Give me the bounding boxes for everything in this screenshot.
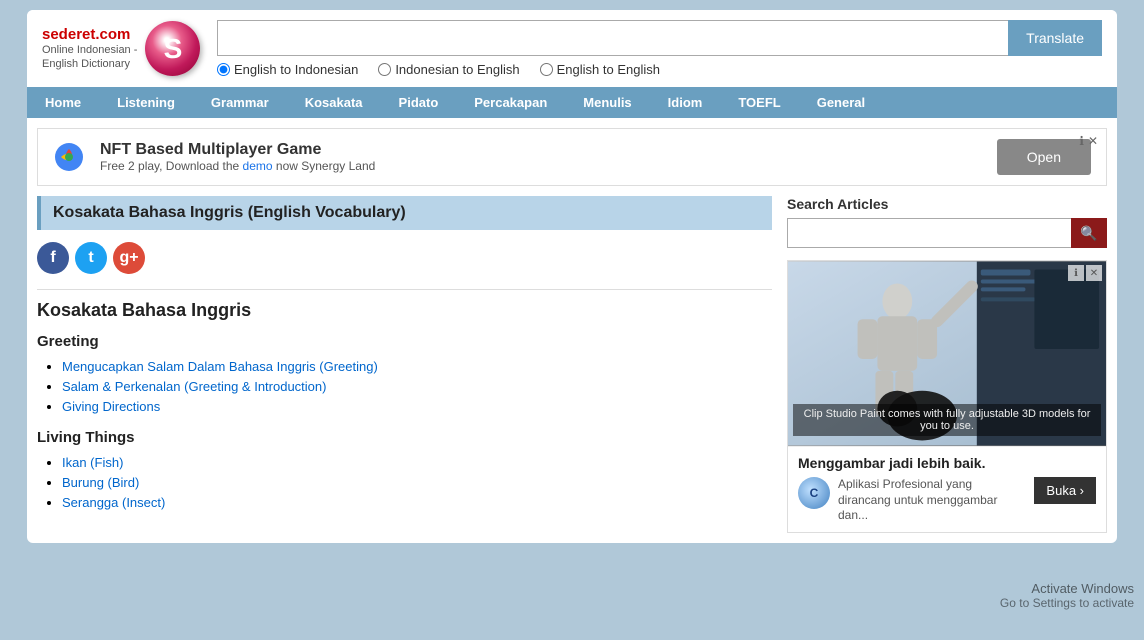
nav-percakapan[interactable]: Percakapan — [456, 87, 565, 118]
nav-kosakata[interactable]: Kosakata — [287, 87, 381, 118]
inner-wrapper: sederet.com Online Indonesian - English … — [27, 10, 1117, 543]
list-item: Mengucapkan Salam Dalam Bahasa Inggris (… — [62, 358, 772, 374]
page-title: Kosakata Bahasa Inggris (English Vocabul… — [37, 196, 772, 230]
ad-banner: ℹ ✕ NFT Based Multiplayer Game Free 2 pl… — [37, 128, 1107, 186]
sidebar-ad-logo: C — [798, 477, 830, 509]
search-row: Translate — [217, 20, 1102, 56]
link-insect[interactable]: Serangga (Insect) — [62, 495, 165, 510]
nav-idiom[interactable]: Idiom — [650, 87, 721, 118]
ad-demo-link[interactable]: demo — [243, 159, 273, 173]
link-fish[interactable]: Ikan (Fish) — [62, 455, 123, 470]
section-title: Kosakata Bahasa Inggris — [37, 300, 772, 321]
radio-english-to-english[interactable]: English to English — [540, 62, 660, 77]
list-item: Serangga (Insect) — [62, 494, 772, 510]
logo-text: sederet.com Online Indonesian - English … — [42, 26, 137, 72]
sidebar-ad-bottom: Menggambar jadi lebih baik. C Aplikasi P… — [788, 446, 1106, 532]
sidebar-ad-caption: Clip Studio Paint comes with fully adjus… — [793, 404, 1101, 436]
link-bird[interactable]: Burung (Bird) — [62, 475, 139, 490]
site-name: sederet.com — [42, 26, 137, 43]
ad-close-button[interactable]: ✕ — [1088, 134, 1098, 148]
link-greeting-1[interactable]: Mengucapkan Salam Dalam Bahasa Inggris (… — [62, 359, 378, 374]
ad-controls: ℹ ✕ — [1079, 134, 1098, 148]
main-content: Kosakata Bahasa Inggris (English Vocabul… — [37, 196, 772, 533]
sidebar-ad-close-button[interactable]: ✕ — [1086, 265, 1102, 281]
list-item: Salam & Perkenalan (Greeting & Introduct… — [62, 378, 772, 394]
nav-pidato[interactable]: Pidato — [381, 87, 457, 118]
radio-indonesian-to-english[interactable]: Indonesian to English — [378, 62, 519, 77]
list-item: Ikan (Fish) — [62, 454, 772, 470]
link-greeting-3[interactable]: Giving Directions — [62, 399, 160, 414]
nav-toefl[interactable]: TOEFL — [720, 87, 798, 118]
nav-home[interactable]: Home — [27, 87, 99, 118]
search-articles-row: 🔍 — [787, 218, 1107, 248]
list-item: Giving Directions — [62, 398, 772, 414]
search-articles-box: Search Articles 🔍 — [787, 196, 1107, 248]
radio-english-to-indonesian[interactable]: English to Indonesian — [217, 62, 358, 77]
facebook-icon[interactable]: f — [37, 242, 69, 274]
category-greeting: Greeting — [37, 333, 772, 350]
site-logo: S — [145, 21, 200, 76]
site-tagline: Online Indonesian - English Dictionary — [42, 43, 137, 72]
sidebar-ad-img-inner: Clip Studio Paint comes with fully adjus… — [788, 261, 1106, 446]
search-articles-input[interactable] — [787, 218, 1071, 248]
header: sederet.com Online Indonesian - English … — [27, 10, 1117, 87]
ad-title: NFT Based Multiplayer Game — [100, 141, 982, 159]
sidebar-ad-info-row: C Aplikasi Profesional yang dirancang un… — [798, 477, 1096, 524]
twitter-icon[interactable]: t — [75, 242, 107, 274]
translation-options: English to Indonesian Indonesian to Engl… — [217, 62, 1102, 77]
sidebar: Search Articles 🔍 — [787, 196, 1107, 533]
divider — [37, 289, 772, 290]
page-wrapper: sederet.com Online Indonesian - English … — [0, 0, 1144, 640]
living-things-links: Ikan (Fish) Burung (Bird) Serangga (Inse… — [37, 454, 772, 510]
link-greeting-2[interactable]: Salam & Perkenalan (Greeting & Introduct… — [62, 379, 326, 394]
content-area: Kosakata Bahasa Inggris (English Vocabul… — [27, 196, 1117, 543]
sidebar-ad-desc: Aplikasi Profesional yang dirancang untu… — [838, 477, 1026, 524]
ad-subtitle: Free 2 play, Download the demo now Syner… — [100, 159, 982, 173]
nav-menulis[interactable]: Menulis — [565, 87, 649, 118]
category-living-things: Living Things — [37, 429, 772, 446]
list-item: Burung (Bird) — [62, 474, 772, 490]
sidebar-ad-info-button[interactable]: ℹ — [1068, 265, 1084, 281]
sidebar-ad-image: Clip Studio Paint comes with fully adjus… — [788, 261, 1106, 446]
sidebar-ad-main-title: Menggambar jadi lebih baik. — [798, 455, 1096, 471]
social-icons: f t g+ — [37, 242, 772, 274]
nav-bar: Home Listening Grammar Kosakata Pidato P… — [27, 87, 1117, 118]
search-articles-title: Search Articles — [787, 196, 1107, 212]
translate-button[interactable]: Translate — [1008, 20, 1102, 56]
sidebar-ad-controls: ℹ ✕ — [1068, 265, 1102, 281]
search-area: Translate English to Indonesian Indonesi… — [217, 20, 1102, 77]
nav-grammar[interactable]: Grammar — [193, 87, 287, 118]
search-input[interactable] — [217, 20, 1008, 56]
logo-area: sederet.com Online Indonesian - English … — [42, 21, 202, 76]
ad-info-button[interactable]: ℹ — [1079, 134, 1084, 148]
sidebar-ad: Clip Studio Paint comes with fully adjus… — [787, 260, 1107, 533]
ad-content: NFT Based Multiplayer Game Free 2 play, … — [100, 141, 982, 173]
ad-open-button[interactable]: Open — [997, 139, 1091, 175]
ad-icon — [53, 141, 85, 173]
search-articles-button[interactable]: 🔍 — [1071, 218, 1107, 248]
greeting-links: Mengucapkan Salam Dalam Bahasa Inggris (… — [37, 358, 772, 414]
nav-listening[interactable]: Listening — [99, 87, 193, 118]
sidebar-ad-cta-button[interactable]: Buka › — [1034, 477, 1096, 504]
nav-general[interactable]: General — [799, 87, 883, 118]
googleplus-icon[interactable]: g+ — [113, 242, 145, 274]
